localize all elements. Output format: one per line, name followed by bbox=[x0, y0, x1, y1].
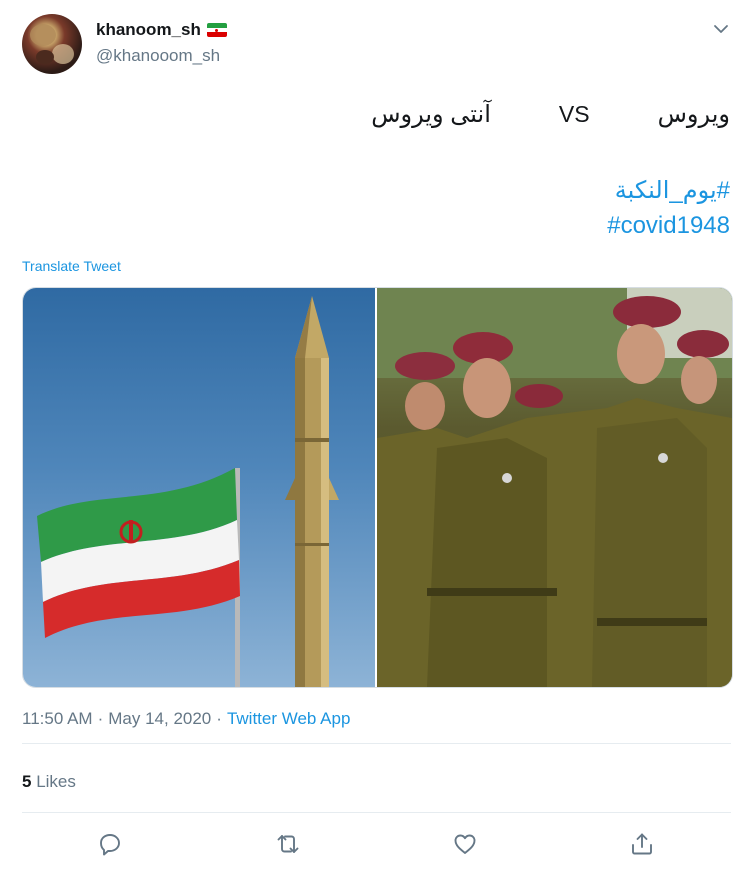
iran-flag-and-missile-photo[interactable] bbox=[23, 288, 375, 687]
avatar-detail bbox=[36, 50, 54, 64]
tweet-word-virus: ویروس bbox=[657, 101, 730, 128]
meta-separator: · bbox=[97, 709, 104, 728]
flag-missile-illustration bbox=[37, 296, 339, 687]
divider bbox=[22, 743, 731, 744]
tweet-word-antivirus: آنتی ویروس bbox=[371, 101, 491, 128]
soldiers-crying-photo[interactable] bbox=[377, 288, 732, 687]
tweet-card: khanoom_sh @khanooom_sh ویروس VS آنتی وی… bbox=[0, 0, 748, 872]
hashtag-covid[interactable]: #covid1948 bbox=[607, 212, 730, 239]
tweet-text-line: ویروس VS آنتی ویروس bbox=[371, 100, 730, 129]
share-icon[interactable] bbox=[628, 830, 656, 858]
avatar-detail bbox=[30, 24, 56, 46]
tweet-vs: VS bbox=[558, 101, 590, 127]
hashtag-line-2: #covid1948 bbox=[607, 212, 730, 240]
tweet-date[interactable]: May 14, 2020 bbox=[108, 709, 211, 729]
tweet-time[interactable]: 11:50 AM bbox=[22, 709, 93, 729]
tweet-media bbox=[22, 287, 733, 688]
divider bbox=[22, 812, 731, 813]
tweet-source-link[interactable]: Twitter Web App bbox=[227, 709, 350, 729]
missile-shape bbox=[285, 296, 339, 687]
retweet-icon[interactable] bbox=[274, 830, 302, 858]
display-name[interactable]: khanoom_sh bbox=[96, 20, 201, 40]
avatar[interactable] bbox=[22, 14, 82, 74]
meta-separator: · bbox=[216, 709, 222, 728]
likes-label: Likes bbox=[36, 772, 76, 791]
iran-flag-shape bbox=[37, 468, 240, 638]
reply-icon[interactable] bbox=[96, 830, 124, 858]
tweet-actions-bar bbox=[0, 826, 748, 862]
likes-count[interactable]: 5 Likes bbox=[22, 772, 76, 792]
chevron-down-icon[interactable] bbox=[712, 20, 730, 38]
soldiers-illustration bbox=[377, 288, 732, 687]
iran-flag-icon bbox=[206, 23, 227, 37]
hashtag-line-1: #یوم_النکبة bbox=[615, 176, 730, 205]
hashtag-nakba[interactable]: #یوم_النکبة bbox=[615, 177, 730, 204]
avatar-detail bbox=[52, 44, 74, 64]
likes-number: 5 bbox=[22, 772, 32, 791]
heart-icon[interactable] bbox=[451, 830, 479, 858]
translate-tweet-link[interactable]: Translate Tweet bbox=[22, 258, 121, 274]
tweet-meta: 11:50 AM · May 14, 2020 · Twitter Web Ap… bbox=[22, 709, 350, 729]
user-name-row[interactable]: khanoom_sh bbox=[96, 20, 227, 40]
user-handle[interactable]: @khanooom_sh bbox=[96, 46, 220, 66]
